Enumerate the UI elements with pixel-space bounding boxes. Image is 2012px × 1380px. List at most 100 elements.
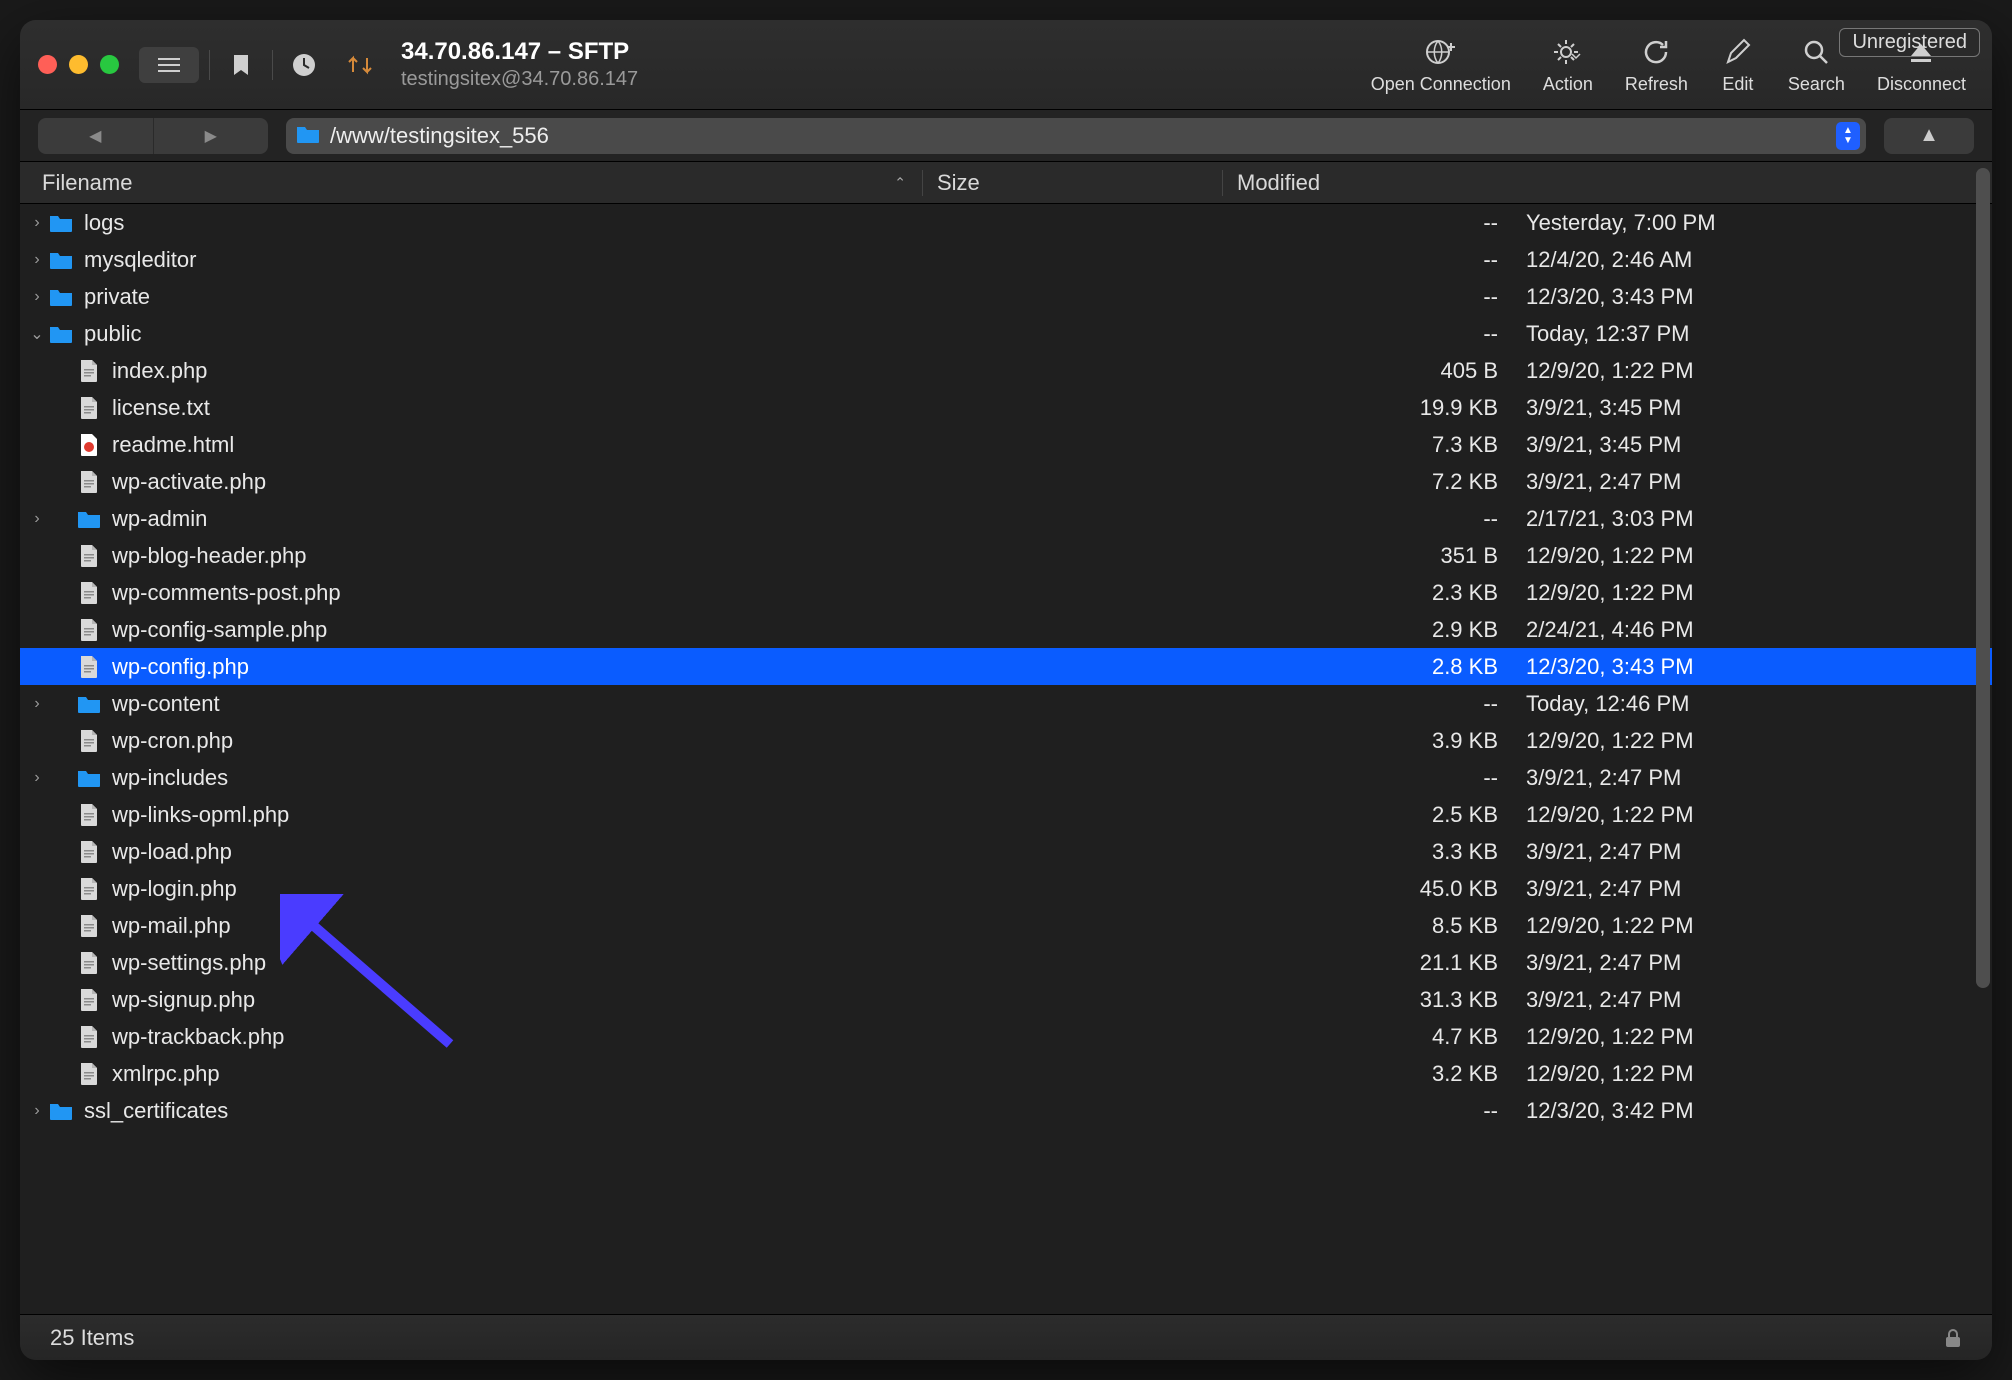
file-modified: 2/24/21, 4:46 PM	[1512, 617, 1992, 643]
file-name: public	[84, 321, 141, 347]
view-mode-button[interactable]	[139, 47, 199, 83]
item-count: 25 Items	[50, 1325, 134, 1351]
file-list[interactable]: ›logs--Yesterday, 7:00 PM›mysqleditor--1…	[20, 204, 1992, 1314]
file-row[interactable]: xmlrpc.php3.2 KB12/9/20, 1:22 PM	[20, 1055, 1992, 1092]
file-size: 2.5 KB	[1212, 802, 1512, 828]
edit-button[interactable]: Edit	[1720, 34, 1756, 95]
file-row[interactable]: wp-blog-header.php351 B12/9/20, 1:22 PM	[20, 537, 1992, 574]
path-field[interactable]: /www/testingsitex_556 ▲▼	[286, 118, 1866, 154]
traffic-lights	[38, 55, 119, 74]
file-row[interactable]: wp-config-sample.php2.9 KB2/24/21, 4:46 …	[20, 611, 1992, 648]
file-row[interactable]: wp-activate.php7.2 KB3/9/21, 2:47 PM	[20, 463, 1992, 500]
file-row[interactable]: wp-cron.php3.9 KB12/9/20, 1:22 PM	[20, 722, 1992, 759]
bookmarks-icon[interactable]	[220, 47, 262, 83]
file-row[interactable]: readme.html7.3 KB3/9/21, 3:45 PM	[20, 426, 1992, 463]
window-subtitle: testingsitex@34.70.86.147	[401, 68, 638, 91]
file-size: 2.8 KB	[1212, 654, 1512, 680]
main-toolbar: Open Connection Action Refresh Edit	[1371, 20, 1966, 109]
close-window-button[interactable]	[38, 55, 57, 74]
file-row[interactable]: wp-settings.php21.1 KB3/9/21, 2:47 PM	[20, 944, 1992, 981]
file-modified: 12/3/20, 3:42 PM	[1512, 1098, 1992, 1124]
file-row[interactable]: wp-mail.php8.5 KB12/9/20, 1:22 PM	[20, 907, 1992, 944]
disclosure-icon[interactable]: ›	[26, 214, 48, 232]
file-row[interactable]: ›ssl_certificates--12/3/20, 3:42 PM	[20, 1092, 1992, 1129]
file-row[interactable]: wp-login.php45.0 KB3/9/21, 2:47 PM	[20, 870, 1992, 907]
search-button[interactable]: Search	[1788, 34, 1845, 95]
transfers-icon[interactable]	[339, 47, 381, 83]
disclosure-icon[interactable]: ›	[26, 769, 48, 787]
file-modified: Today, 12:46 PM	[1512, 691, 1992, 717]
disclosure-icon[interactable]: ›	[26, 288, 48, 306]
file-icon	[76, 1061, 102, 1087]
file-icon	[76, 1024, 102, 1050]
file-row[interactable]: wp-trackback.php4.7 KB12/9/20, 1:22 PM	[20, 1018, 1992, 1055]
file-row[interactable]: ›private--12/3/20, 3:43 PM	[20, 278, 1992, 315]
file-row[interactable]: ›wp-admin--2/17/21, 3:03 PM	[20, 500, 1992, 537]
file-modified: 12/9/20, 1:22 PM	[1512, 802, 1992, 828]
header-size[interactable]: Size	[922, 170, 1222, 196]
disconnect-button[interactable]: Disconnect	[1877, 34, 1966, 95]
file-row[interactable]: wp-load.php3.3 KB3/9/21, 2:47 PM	[20, 833, 1992, 870]
file-modified: Yesterday, 7:00 PM	[1512, 210, 1992, 236]
fullscreen-window-button[interactable]	[100, 55, 119, 74]
file-row[interactable]: ⌄public--Today, 12:37 PM	[20, 315, 1992, 352]
folder-icon	[48, 1098, 74, 1124]
action-button[interactable]: Action	[1543, 34, 1593, 95]
file-name: index.php	[112, 358, 207, 384]
file-icon	[76, 469, 102, 495]
file-size: 8.5 KB	[1212, 913, 1512, 939]
file-name: wp-signup.php	[112, 987, 255, 1013]
header-filename[interactable]: Filename ⌃	[42, 170, 922, 196]
folder-icon	[76, 506, 102, 532]
file-icon	[76, 580, 102, 606]
file-modified: 12/9/20, 1:22 PM	[1512, 913, 1992, 939]
file-name: wp-cron.php	[112, 728, 233, 754]
file-size: 2.9 KB	[1212, 617, 1512, 643]
header-modified[interactable]: Modified	[1222, 170, 1992, 196]
file-size: --	[1212, 765, 1512, 791]
disclosure-icon[interactable]: ›	[26, 251, 48, 269]
eject-icon	[1903, 34, 1939, 70]
go-up-button[interactable]: ▲	[1884, 118, 1974, 154]
minimize-window-button[interactable]	[69, 55, 88, 74]
history-icon[interactable]	[283, 47, 325, 83]
disclosure-icon[interactable]: ›	[26, 510, 48, 528]
file-size: 19.9 KB	[1212, 395, 1512, 421]
path-stepper[interactable]: ▲▼	[1836, 122, 1860, 150]
file-modified: 3/9/21, 2:47 PM	[1512, 839, 1992, 865]
file-size: --	[1212, 284, 1512, 310]
disclosure-icon[interactable]: ⌄	[26, 324, 48, 344]
file-modified: 12/9/20, 1:22 PM	[1512, 543, 1992, 569]
file-row[interactable]: ›wp-content--Today, 12:46 PM	[20, 685, 1992, 722]
folder-icon	[48, 284, 74, 310]
scrollbar-thumb[interactable]	[1976, 168, 1990, 988]
file-row[interactable]: index.php405 B12/9/20, 1:22 PM	[20, 352, 1992, 389]
file-modified: 3/9/21, 2:47 PM	[1512, 876, 1992, 902]
file-row[interactable]: wp-comments-post.php2.3 KB12/9/20, 1:22 …	[20, 574, 1992, 611]
file-row[interactable]: ›wp-includes--3/9/21, 2:47 PM	[20, 759, 1992, 796]
file-row[interactable]: ›logs--Yesterday, 7:00 PM	[20, 204, 1992, 241]
file-name: mysqleditor	[84, 247, 196, 273]
back-button[interactable]: ◀	[38, 118, 153, 154]
file-name: wp-settings.php	[112, 950, 266, 976]
file-row[interactable]: wp-links-opml.php 2.5 KB12/9/20, 1:22 PM	[20, 796, 1992, 833]
file-name: wp-activate.php	[112, 469, 266, 495]
file-modified: 3/9/21, 2:47 PM	[1512, 987, 1992, 1013]
file-size: --	[1212, 1098, 1512, 1124]
file-row[interactable]: wp-config.php2.8 KB12/3/20, 3:43 PM	[20, 648, 1992, 685]
disclosure-icon[interactable]: ›	[26, 695, 48, 713]
file-size: 7.3 KB	[1212, 432, 1512, 458]
open-connection-button[interactable]: Open Connection	[1371, 34, 1511, 95]
file-row[interactable]: wp-signup.php31.3 KB3/9/21, 2:47 PM	[20, 981, 1992, 1018]
disclosure-icon[interactable]: ›	[26, 1102, 48, 1120]
gear-icon	[1550, 34, 1586, 70]
file-row[interactable]: ›mysqleditor--12/4/20, 2:46 AM	[20, 241, 1992, 278]
path-bar: ◀ ▶ /www/testingsitex_556 ▲▼ ▲	[20, 110, 1992, 162]
file-icon	[76, 395, 102, 421]
refresh-button[interactable]: Refresh	[1625, 34, 1688, 95]
file-name: wp-links-opml.php	[112, 802, 289, 828]
forward-button[interactable]: ▶	[153, 118, 269, 154]
file-icon	[76, 802, 102, 828]
file-row[interactable]: license.txt19.9 KB3/9/21, 3:45 PM	[20, 389, 1992, 426]
sort-ascending-icon: ⌃	[894, 174, 906, 191]
